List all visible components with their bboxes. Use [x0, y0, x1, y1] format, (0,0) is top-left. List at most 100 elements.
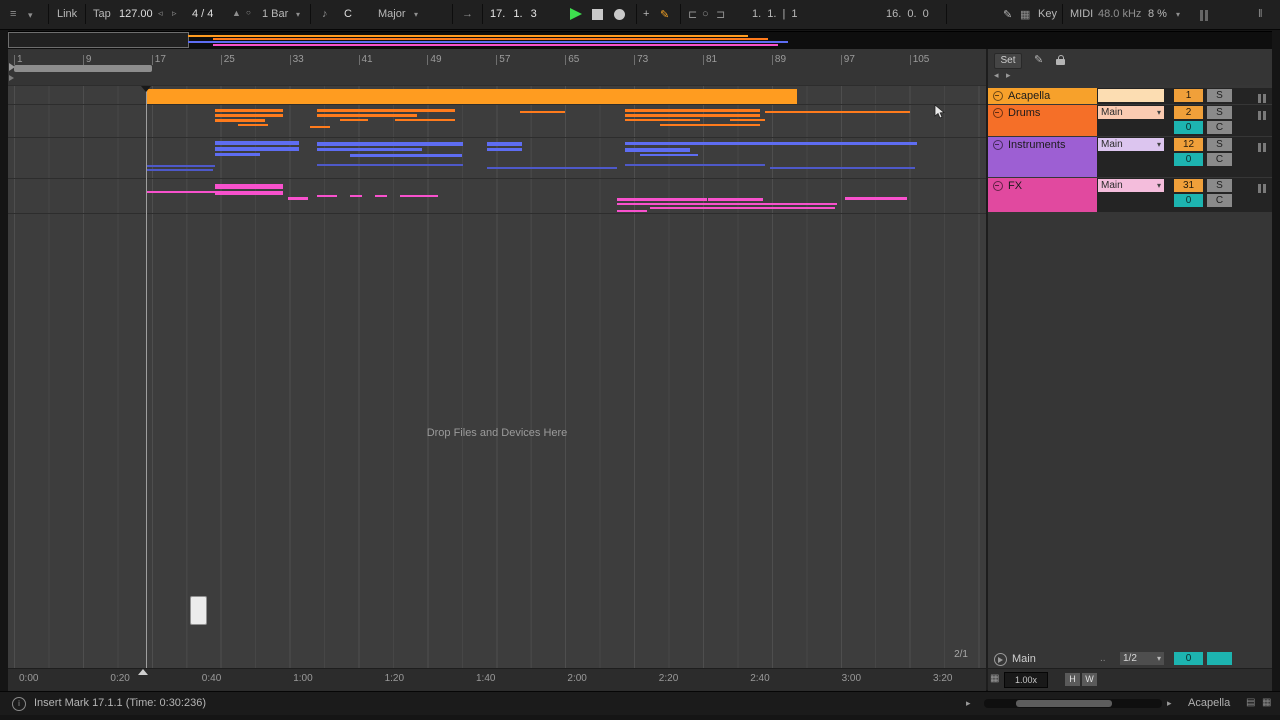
track-color-area[interactable]: FX: [988, 178, 1097, 212]
tempo-field[interactable]: 127.00: [119, 8, 153, 20]
solo-button[interactable]: S: [1207, 89, 1232, 102]
drums-notes[interactable]: [215, 114, 283, 117]
track-fold-icon[interactable]: [993, 108, 1003, 118]
beat-time-ruler[interactable]: 1 9 17 25 33 41 49 57 65 73 81 89 97 105: [8, 49, 986, 85]
track-send-box[interactable]: 0: [1174, 194, 1203, 207]
panel-toggle-icon[interactable]: ▦: [1262, 697, 1271, 708]
instruments-notes-low[interactable]: [147, 165, 215, 167]
keyboard-icon[interactable]: ▤: [1246, 697, 1255, 708]
track-send-box[interactable]: 0: [1174, 153, 1203, 166]
crossfade-button[interactable]: C: [1207, 194, 1232, 207]
prev-locator-icon[interactable]: ◂: [994, 70, 999, 81]
track-fold-icon[interactable]: [993, 91, 1003, 101]
lock-envelopes-icon[interactable]: [1056, 55, 1065, 65]
drums-notes[interactable]: [660, 124, 760, 126]
drums-notes[interactable]: [520, 111, 565, 113]
zoom-grid-icon[interactable]: ▦: [990, 673, 999, 684]
next-locator-icon[interactable]: ▸: [1006, 70, 1011, 81]
loop-length-field[interactable]: 16. 0. 0: [886, 8, 929, 20]
track-header-instruments[interactable]: Instruments Main ▾ 12 S0 C: [988, 137, 1272, 177]
track-color-area[interactable]: Instruments: [988, 137, 1097, 177]
acapella-clip[interactable]: [147, 89, 797, 104]
drums-notes[interactable]: [340, 119, 368, 121]
track-header-fx[interactable]: FX Main ▾ 31 S0 C: [988, 178, 1272, 212]
horizontal-scrollbar[interactable]: [984, 699, 1162, 708]
zoom-level-display[interactable]: 1.00x: [1004, 672, 1048, 688]
instruments-notes[interactable]: [317, 142, 463, 146]
instruments-notes[interactable]: [317, 148, 422, 151]
track-output-chooser[interactable]: Main ▾: [1098, 138, 1164, 151]
track-io-box[interactable]: 2: [1174, 106, 1203, 119]
midi-map-toggle[interactable]: MIDI: [1070, 8, 1093, 20]
arrangement-canvas[interactable]: Drop Files and Devices Here 2/1: [8, 85, 986, 669]
drums-notes[interactable]: [625, 114, 760, 117]
drums-notes[interactable]: [625, 109, 760, 112]
drums-notes[interactable]: [625, 119, 700, 121]
arrangement-overview[interactable]: [8, 31, 1272, 50]
drums-notes[interactable]: [317, 114, 417, 117]
computer-midi-keyboard-icon[interactable]: ▦: [1020, 8, 1030, 21]
fx-notes[interactable]: [215, 184, 283, 189]
link-toggle[interactable]: Link: [57, 8, 77, 20]
time-signature-field[interactable]: 4 / 4: [192, 8, 213, 20]
fx-notes[interactable]: [215, 191, 283, 195]
scale-name-menu[interactable]: Major: [378, 8, 406, 20]
fx-notes[interactable]: [845, 197, 907, 200]
master-value-box-2[interactable]: [1207, 652, 1232, 665]
track-output-chooser[interactable]: [1098, 89, 1164, 102]
track-send-box[interactable]: 0: [1174, 121, 1203, 134]
fx-notes[interactable]: [650, 207, 835, 209]
fx-notes[interactable]: [147, 191, 215, 193]
tap-tempo-button[interactable]: Tap: [93, 8, 111, 20]
solo-button[interactable]: S: [1207, 138, 1232, 151]
fx-notes[interactable]: [400, 195, 438, 197]
track-fold-icon[interactable]: [993, 140, 1003, 150]
grid-size-chooser[interactable]: 1/2 ▾: [1120, 652, 1164, 665]
track-color-area[interactable]: Acapella: [988, 88, 1097, 104]
instruments-notes-low[interactable]: [487, 167, 617, 169]
play-button[interactable]: [570, 8, 582, 20]
scale-root-field[interactable]: C: [344, 8, 352, 20]
drums-notes[interactable]: [317, 109, 455, 112]
edit-locator-icon[interactable]: ✎: [1034, 53, 1043, 66]
ghost-clip[interactable]: [190, 596, 207, 625]
fx-notes[interactable]: [617, 210, 647, 212]
instruments-notes[interactable]: [625, 142, 917, 145]
set-locator-button[interactable]: Set: [994, 53, 1022, 69]
track-io-box[interactable]: 12: [1174, 138, 1203, 151]
scroll-left-icon[interactable]: ▸: [966, 698, 971, 709]
fx-notes[interactable]: [375, 195, 387, 197]
metronome-dot-icon[interactable]: ○: [246, 8, 251, 17]
zoom-width-button[interactable]: W: [1082, 673, 1097, 686]
instruments-notes-low[interactable]: [317, 164, 463, 166]
fx-notes[interactable]: [617, 198, 707, 201]
crossfade-button[interactable]: C: [1207, 153, 1232, 166]
options-chevron-icon[interactable]: ▾: [28, 10, 33, 21]
fx-notes[interactable]: [617, 203, 837, 205]
track-header-acapella[interactable]: Acapella 1 S: [988, 88, 1272, 104]
time-ruler[interactable]: 0:00 0:20 0:40 1:00 1:20 1:40 2:00 2:20 2:40 3:00…: [8, 668, 986, 691]
stop-button[interactable]: [592, 9, 603, 20]
track-fold-icon[interactable]: [993, 181, 1003, 191]
play-circle-icon[interactable]: [994, 653, 1007, 666]
instruments-notes[interactable]: [487, 142, 522, 146]
instruments-notes[interactable]: [215, 153, 260, 156]
instruments-notes[interactable]: [625, 148, 690, 152]
instruments-notes-low[interactable]: [770, 167, 915, 169]
drums-notes[interactable]: [310, 126, 330, 128]
instruments-notes[interactable]: [350, 154, 462, 157]
scroll-right-icon[interactable]: ▸: [1167, 698, 1172, 709]
drums-notes[interactable]: [395, 119, 455, 121]
follow-icon[interactable]: →: [462, 8, 473, 20]
insert-marker[interactable]: [141, 86, 151, 92]
master-value-box[interactable]: 0: [1174, 652, 1203, 665]
solo-button[interactable]: S: [1207, 106, 1232, 119]
track-output-chooser[interactable]: Main ▾: [1098, 106, 1164, 119]
fx-notes[interactable]: [350, 195, 362, 197]
instruments-notes-low[interactable]: [625, 164, 765, 166]
chevron-down-icon[interactable]: ▾: [296, 10, 300, 19]
nudge-up-icon[interactable]: ▹: [172, 8, 177, 19]
drums-notes[interactable]: [730, 119, 765, 121]
track-color-area[interactable]: Drums: [988, 105, 1097, 136]
instruments-notes[interactable]: [215, 141, 299, 145]
